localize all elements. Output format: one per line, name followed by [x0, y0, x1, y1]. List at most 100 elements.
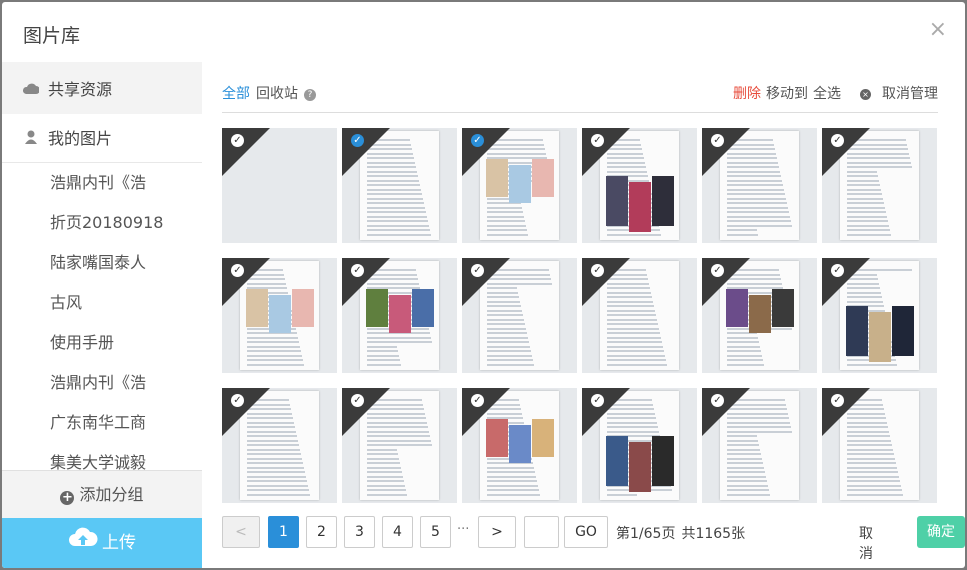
main-panel: 全部 回收站? 删除 移动到 全选 × 取消管理 ✓ ✓ ✓ ✓ ✓ ✓ ✓ ✓ ✓ ✓ ✓ ✓ ✓ ✓ ✓ ✓ ✓ ✓ <…	[202, 62, 965, 568]
check-icon[interactable]: ✓	[471, 394, 484, 407]
folder-item[interactable]: 使用手册	[2, 323, 202, 363]
text-line	[607, 493, 637, 496]
image-thumbnail[interactable]: ✓	[822, 258, 937, 373]
add-group-button[interactable]: + 添加分组	[2, 470, 202, 519]
text-line	[247, 444, 299, 446]
check-icon[interactable]: ✓	[471, 264, 484, 277]
check-icon[interactable]: ✓	[831, 264, 844, 277]
tab-all[interactable]: 全部	[222, 86, 250, 102]
text-line	[367, 188, 421, 191]
illustration-block	[749, 295, 771, 333]
text-line	[847, 202, 884, 204]
go-button[interactable]: GO	[564, 516, 608, 548]
folder-item[interactable]: 古风	[2, 283, 202, 323]
image-thumbnail[interactable]: ✓	[342, 128, 457, 243]
sidebar-item-shared[interactable]: 共享资源	[2, 65, 202, 114]
image-thumbnail[interactable]: ✓	[822, 128, 937, 243]
move-to-button[interactable]: 移动到	[766, 86, 808, 102]
image-thumbnail[interactable]: ✓	[582, 388, 697, 503]
text-line	[247, 439, 298, 442]
close-circle-icon: ×	[860, 89, 871, 100]
selection-corner	[222, 388, 270, 436]
folder-list: 浩鼎内刊《浩 折页20180918 陆家嘴国泰人 古风 使用手册 浩鼎内刊《浩 …	[2, 162, 202, 471]
text-line	[727, 480, 767, 482]
tab-recycle-bin[interactable]: 回收站	[256, 86, 298, 102]
image-thumbnail[interactable]: ✓	[702, 128, 817, 243]
image-thumbnail[interactable]: ✓	[222, 388, 337, 503]
check-icon[interactable]: ✓	[351, 394, 364, 407]
sidebar-item-mine[interactable]: 我的图片	[2, 114, 202, 163]
text-line	[727, 475, 766, 478]
folder-item[interactable]: 广东南华工商	[2, 403, 202, 443]
check-icon[interactable]: ✓	[591, 134, 604, 147]
text-line	[487, 332, 527, 334]
text-line	[607, 327, 659, 330]
next-page-button[interactable]: >	[478, 516, 516, 548]
folder-item[interactable]: 陆家嘴国泰人	[2, 243, 202, 283]
image-thumbnail[interactable]: ✓	[582, 258, 697, 373]
cancel-manage-button[interactable]: × 取消管理	[855, 86, 938, 102]
help-icon[interactable]: ?	[304, 89, 316, 101]
text-line	[367, 453, 398, 455]
confirm-button[interactable]: 确定	[917, 516, 965, 548]
selection-corner	[462, 258, 510, 306]
image-thumbnail[interactable]: ✓	[222, 258, 337, 373]
image-thumbnail[interactable]: ✓	[462, 258, 577, 373]
text-line	[367, 484, 405, 487]
close-icon[interactable]: ×	[929, 18, 947, 42]
image-thumbnail[interactable]: ✓	[582, 128, 697, 243]
delete-button[interactable]: 删除	[733, 86, 761, 102]
cancel-button[interactable]: 取消	[859, 523, 873, 563]
illustration-block	[269, 295, 291, 333]
folder-item[interactable]: 浩鼎内刊《浩	[2, 363, 202, 403]
check-icon[interactable]: ✓	[351, 264, 364, 277]
page-button[interactable]: 5	[420, 516, 451, 548]
check-icon[interactable]: ✓	[591, 264, 604, 277]
selection-corner	[342, 128, 390, 176]
text-line	[847, 363, 897, 366]
page-button[interactable]: 1	[268, 516, 299, 548]
select-all-button[interactable]: 全选	[813, 86, 841, 102]
check-icon[interactable]: ✓	[351, 134, 364, 147]
check-icon[interactable]: ✓	[711, 134, 724, 147]
image-thumbnail[interactable]: ✓	[342, 388, 457, 503]
text-line	[367, 211, 426, 213]
check-icon[interactable]: ✓	[231, 134, 244, 147]
text-line	[727, 462, 763, 464]
prev-page-button[interactable]: <	[222, 516, 260, 548]
check-icon[interactable]: ✓	[231, 394, 244, 407]
check-icon[interactable]: ✓	[231, 264, 244, 277]
folder-item[interactable]: 折页20180918	[2, 203, 202, 243]
text-line	[247, 475, 306, 478]
text-line	[487, 314, 523, 316]
folder-item[interactable]: 集美大学诚毅	[2, 443, 202, 471]
image-thumbnail[interactable]: ✓	[462, 388, 577, 503]
image-thumbnail[interactable]: ✓	[222, 128, 337, 243]
page-button[interactable]: 3	[344, 516, 375, 548]
text-line	[847, 215, 887, 218]
image-thumbnail[interactable]: ✓	[462, 128, 577, 243]
image-thumbnail[interactable]: ✓	[702, 388, 817, 503]
check-icon[interactable]: ✓	[471, 134, 484, 147]
check-icon[interactable]: ✓	[831, 394, 844, 407]
check-icon[interactable]: ✓	[831, 134, 844, 147]
text-line	[847, 484, 901, 487]
text-line	[487, 229, 527, 231]
image-thumbnail[interactable]: ✓	[342, 258, 457, 373]
page-button[interactable]: 4	[382, 516, 413, 548]
upload-button[interactable]: 上传	[2, 518, 202, 568]
check-icon[interactable]: ✓	[711, 264, 724, 277]
page-jump-input[interactable]	[524, 516, 559, 548]
text-line	[367, 233, 431, 236]
text-line	[247, 350, 301, 352]
selection-corner	[702, 128, 750, 176]
image-thumbnail[interactable]: ✓	[702, 258, 817, 373]
check-icon[interactable]: ✓	[591, 394, 604, 407]
text-line	[367, 471, 402, 473]
check-icon[interactable]: ✓	[711, 394, 724, 407]
image-thumbnail[interactable]: ✓	[822, 388, 937, 503]
text-line	[607, 332, 660, 334]
page-button[interactable]: 2	[306, 516, 337, 548]
folder-item[interactable]: 浩鼎内刊《浩	[2, 163, 202, 203]
text-line	[247, 341, 299, 343]
